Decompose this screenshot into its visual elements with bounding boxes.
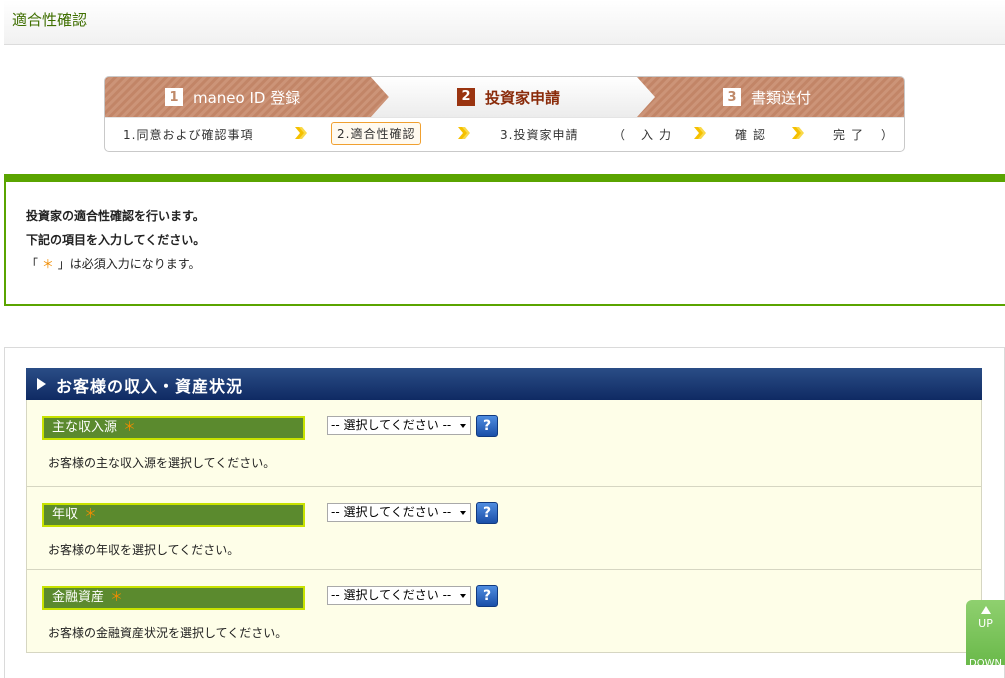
step-1-number: 1: [165, 88, 183, 106]
substep-input: 入力: [641, 128, 678, 142]
info-line-1: 投資家の適合性確認を行います。: [26, 209, 205, 223]
help-button-financial-assets[interactable]: ?: [476, 585, 498, 607]
scroll-up-button[interactable]: UP DOWN: [966, 600, 1005, 669]
substep-complete: 完了: [833, 128, 870, 142]
chevron-right-icon: [295, 127, 307, 139]
required-mark: ＊: [123, 420, 137, 435]
field-label-text: 金融資産: [52, 590, 105, 605]
info-notice: 投資家の適合性確認を行います。 下記の項目を入力してください。 「 ＊ 」は必須…: [4, 174, 1005, 306]
dropdown-arrow-icon: [460, 424, 466, 428]
field-row-income-source: 主な収入源 ＊ -- 選択してください -- ? お客様の主な収入源を選択してくだ…: [26, 400, 982, 487]
bracket-open: 「: [26, 257, 39, 271]
select-value: -- 選択してください --: [331, 588, 452, 602]
substep-open-paren: （: [613, 128, 627, 142]
field-label-financial-assets: 金融資産 ＊: [42, 586, 305, 610]
help-button-annual-income[interactable]: ?: [476, 502, 498, 524]
info-line-3: 「 ＊ 」は必須入力になります。: [26, 255, 201, 272]
substep-confirm: 確認: [735, 128, 772, 142]
field-label-text: 主な収入源: [52, 420, 118, 435]
income-assets-section: お客様の収入・資産状況 主な収入源 ＊ -- 選択してください -- ? お客様の…: [26, 368, 982, 658]
step-2-number: 2: [457, 88, 475, 106]
section-header: お客様の収入・資産状況: [26, 368, 982, 400]
field-description: お客様の主な収入源を選択してください。: [48, 456, 276, 470]
step-3-label: 書類送付: [751, 88, 812, 107]
field-label-income-source: 主な収入源 ＊: [42, 416, 305, 440]
step-indicator: 1 maneo ID 登録 2 投資家申請 3 書類送付 1.同意および確認事項…: [104, 76, 905, 152]
required-note: 」は必須入力になります。: [57, 257, 201, 271]
required-mark: ＊: [84, 507, 98, 522]
field-description: お客様の年収を選択してください。: [48, 543, 240, 557]
triangle-right-icon: [37, 378, 46, 390]
sub-steps: 1.同意および確認事項 2.適合性確認 3.投資家申請 （ 入力 確認 完了 ）: [105, 117, 904, 151]
substep-investor-application: 3.投資家申請: [500, 128, 579, 142]
select-value: -- 選択してください --: [331, 505, 452, 519]
scroll-down-label[interactable]: DOWN: [966, 658, 1005, 669]
field-label-text: 年収: [52, 507, 79, 522]
step-2-investor-application: 2 投資家申請: [457, 86, 560, 108]
step-1-label: maneo ID 登録: [193, 88, 301, 107]
income-source-select[interactable]: -- 選択してください --: [327, 416, 471, 435]
arrow-up-icon: [981, 606, 991, 614]
required-mark: ＊: [110, 590, 124, 605]
annual-income-select[interactable]: -- 選択してください --: [327, 503, 471, 522]
dropdown-arrow-icon: [460, 511, 466, 515]
chevron-right-icon: [694, 127, 706, 139]
scroll-up-label: UP: [978, 617, 993, 630]
select-value: -- 選択してください --: [331, 418, 452, 432]
substep-close-paren: ）: [881, 128, 895, 142]
section-title: お客様の収入・資産状況: [56, 377, 244, 396]
page-title: 適合性確認: [12, 11, 88, 29]
field-description: お客様の金融資産状況を選択してください。: [48, 626, 288, 640]
page-header: 適合性確認: [4, 0, 1005, 45]
field-row-financial-assets: 金融資産 ＊ -- 選択してください -- ? お客様の金融資産状況を選択してくだ…: [26, 570, 982, 653]
chevron-right-icon: [792, 127, 804, 139]
field-row-annual-income: 年収 ＊ -- 選択してください -- ? お客様の年収を選択してください。: [26, 487, 982, 570]
major-steps: 1 maneo ID 登録 2 投資家申請 3 書類送付: [105, 77, 904, 117]
financial-assets-select[interactable]: -- 選択してください --: [327, 586, 471, 605]
help-button-income-source[interactable]: ?: [476, 415, 498, 437]
info-line-2: 下記の項目を入力してください。: [26, 233, 206, 247]
dropdown-arrow-icon: [460, 594, 466, 598]
substep-suitability-current: 2.適合性確認: [331, 122, 422, 145]
step-1-register: 1 maneo ID 登録: [165, 86, 300, 108]
step-3-document-submission: 3 書類送付: [723, 86, 811, 108]
field-label-annual-income: 年収 ＊: [42, 503, 305, 527]
chevron-right-icon: [458, 127, 470, 139]
required-mark: ＊: [41, 257, 54, 271]
step-2-label: 投資家申請: [485, 88, 561, 107]
substep-agreement: 1.同意および確認事項: [123, 128, 254, 142]
step-3-number: 3: [723, 88, 741, 106]
